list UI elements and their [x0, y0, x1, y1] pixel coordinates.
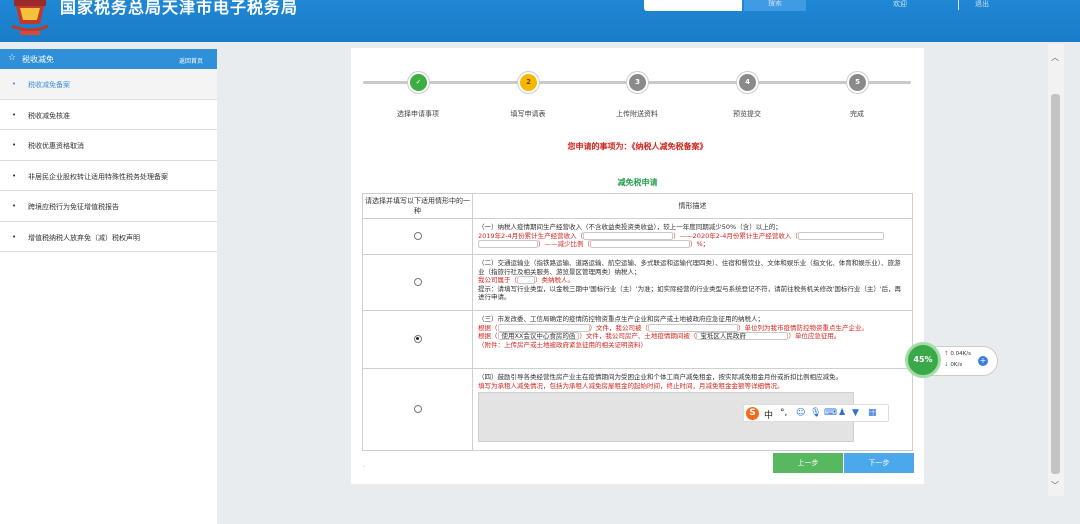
- income-2019-input[interactable]: [583, 231, 674, 240]
- sidebar-item-label: 税收减免核准: [28, 111, 70, 120]
- bullet-icon: •: [12, 171, 17, 180]
- step-5-label: 完成: [850, 110, 864, 118]
- toolbox-icon[interactable]: ▼: [852, 408, 859, 418]
- download-speed: ↓ 0K/s: [944, 362, 963, 368]
- table-row: （二）交通运输业（指铁路运输、道路运输、航空运输、多式联运和运输代理四类）、住宿…: [362, 254, 913, 311]
- logout-link[interactable]: 退出: [975, 0, 989, 9]
- bullet-icon: •: [12, 141, 17, 149]
- header-divider: [958, 0, 959, 10]
- site-title: 国家税务总局天津市电子税务局: [60, 0, 299, 17]
- option-3-desc: （三）市发改委、工信局确定的疫情防控物资重点生产企业和房产或土地被政府应急征用的…: [472, 310, 913, 369]
- memory-usage-badge[interactable]: 45%: [905, 342, 941, 378]
- col-header-select: 请选择并填写以下适用情形中的一种: [362, 193, 473, 219]
- form-title: 减免税申请: [617, 178, 658, 187]
- sidebar-item-label: 非居民企业股权转让适用特殊性税务处理备案: [28, 172, 168, 181]
- sidebar-item-nonresident-equity[interactable]: • 非居民企业股权转让适用特殊性税务处理备案: [0, 161, 217, 191]
- next-step-button[interactable]: 下一步: [844, 453, 914, 473]
- table-row: （一）纳税人疫情期间生产经营收入（不含收益类投资类收益），较上一年度同期减少50…: [362, 218, 913, 255]
- step-3-label: 上传附送资料: [616, 110, 658, 118]
- option-3-radio[interactable]: [413, 334, 422, 343]
- header-search-button[interactable]: 搜索: [744, 0, 806, 11]
- scroll-up-icon[interactable]: ︿: [1051, 52, 1059, 63]
- top-header: 国家税务总局天津市电子税务局 搜索 欢迎 退出: [0, 0, 1080, 42]
- document-input[interactable]: [497, 323, 590, 332]
- bullet-icon: •: [12, 202, 17, 210]
- sidebar-item-label: 增值税纳税人放弃免（减）税权声明: [28, 233, 140, 242]
- request-item-line: 您申请的事项为：《纳税人减免税备案》: [567, 142, 708, 151]
- sidebar-item-preference-cancel[interactable]: • 税收优惠资格取消: [0, 130, 217, 161]
- sidebar-item-crossborder-vat[interactable]: • 跨境应税行为免征增值税报告: [0, 191, 217, 222]
- sidebar-item-label: 跨境应税行为免征增值税报告: [28, 203, 119, 211]
- table-row: （三）市发改委、工信局确定的疫情防控物资重点生产企业和房产或土地被政府应急征用的…: [362, 310, 913, 369]
- upload-speed: ↑ 0.04K/s: [944, 351, 971, 357]
- keyboard-icon[interactable]: ⌨: [824, 408, 837, 418]
- emoji-icon[interactable]: ☺: [796, 408, 805, 418]
- sidebar-item-tax-relief-filing[interactable]: • 税收减免备案: [0, 69, 217, 100]
- sidebar-header: ☆ 税收减免 返回首页: [0, 49, 217, 69]
- option-4-radio[interactable]: [413, 404, 422, 413]
- sidebar-title: 税收减免: [22, 55, 54, 64]
- page-scrollbar[interactable]: ︿ ﹀: [1048, 44, 1064, 496]
- star-icon: ☆: [8, 53, 17, 63]
- step-3: 3: [627, 72, 648, 93]
- option-1-radio[interactable]: [413, 231, 422, 240]
- option-1-desc: （一）纳税人疫情期间生产经营收入（不含收益类投资类收益），较上一年度同期减少50…: [472, 218, 913, 255]
- scroll-thumb[interactable]: [1051, 94, 1060, 474]
- punctuation-icon[interactable]: °,: [780, 408, 787, 418]
- step-4: 4: [737, 72, 758, 93]
- listing-unit-input[interactable]: [648, 323, 738, 332]
- step-1-label: 选择申请事项: [397, 110, 439, 118]
- widget-plus-icon[interactable]: +: [978, 356, 988, 366]
- ime-toolbar[interactable]: S 中 °, ☺ 🎙 ⌨ ♟ ▼ ▦: [743, 404, 889, 422]
- sidebar-item-tax-relief-approval[interactable]: • 税收减免核准: [0, 100, 217, 130]
- back-home-link[interactable]: 返回首页: [179, 56, 203, 65]
- step-1-done-icon: ✓: [408, 72, 429, 93]
- sidebar-item-label: 税收优惠资格取消: [28, 142, 84, 150]
- sidebar-item-vat-waiver[interactable]: • 增值税纳税人放弃免（减）税权声明: [0, 222, 217, 252]
- step-2-label: 填写申请表: [510, 110, 546, 118]
- requisition-unit-input[interactable]: 宝坻区人民政府: [696, 332, 789, 341]
- step-4-label: 预览提交: [733, 110, 761, 118]
- step-5: 5: [847, 72, 868, 93]
- option-2-desc: （二）交通运输业（指铁路运输、道路运输、航空运输、多式联运和运输代理四类）、住宿…: [472, 254, 913, 311]
- industry-type-input[interactable]: [517, 276, 535, 285]
- tax-bureau-emblem-icon: [11, 0, 49, 35]
- bullet-icon: •: [12, 232, 17, 241]
- bottom-dot: .: [363, 462, 365, 469]
- sidebar: ☆ 税收减免 返回首页 • 税收减免备案 • 税收减免核准 • 税收优惠资格取消…: [0, 49, 217, 524]
- ime-mode-toggle[interactable]: 中: [764, 408, 773, 421]
- reduction-ratio-input[interactable]: [590, 240, 690, 249]
- bullet-icon: •: [12, 80, 17, 88]
- header-search-input[interactable]: [644, 0, 742, 11]
- user-greeting: 欢迎: [893, 0, 907, 8]
- bullet-icon: •: [12, 110, 17, 119]
- microphone-icon[interactable]: 🎙: [810, 408, 821, 418]
- income-2020-input[interactable]: [797, 231, 884, 240]
- sogou-logo-icon[interactable]: S: [746, 407, 759, 420]
- prev-step-button[interactable]: 上一步: [773, 453, 843, 473]
- shirt-skin-icon[interactable]: ♟: [838, 408, 846, 418]
- requisition-document-input[interactable]: 使用XX会议中心食房的函: [497, 332, 580, 341]
- income-2020-input-cont[interactable]: [478, 240, 538, 249]
- scroll-down-icon[interactable]: ﹀: [1051, 480, 1059, 491]
- step-2-current: 2: [518, 72, 539, 93]
- col-header-desc: 情形描述: [472, 193, 913, 219]
- grid-menu-icon[interactable]: ▦: [868, 408, 877, 418]
- sidebar-item-label: 税收减免备案: [28, 81, 70, 89]
- option-2-radio[interactable]: [413, 277, 422, 286]
